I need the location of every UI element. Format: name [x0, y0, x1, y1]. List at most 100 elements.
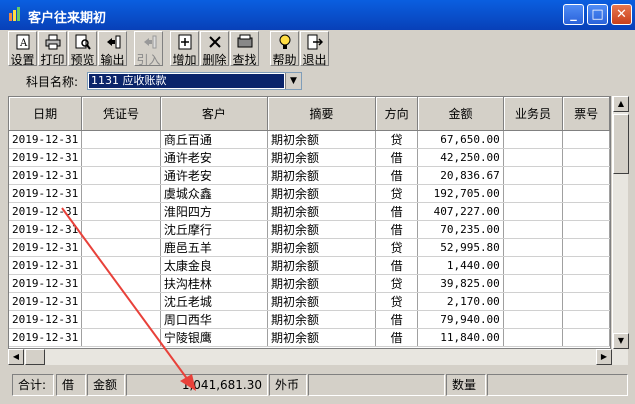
table-row[interactable]: 2019-12-31 太康金良 期初余额借 1,440.00	[9, 256, 610, 275]
col-header-amount[interactable]: 金额	[417, 97, 504, 131]
cell-ticket[interactable]	[562, 310, 610, 329]
col-header-customer[interactable]: 客户	[160, 97, 269, 131]
cell-amount[interactable]: 39,825.00	[417, 274, 504, 293]
cell-direction[interactable]: 贷	[375, 292, 419, 311]
cell-amount[interactable]: 79,940.00	[417, 310, 504, 329]
cell-customer[interactable]: 宁陵银鹰	[160, 328, 269, 347]
cell-ticket[interactable]	[562, 274, 610, 293]
minimize-button[interactable]: _	[563, 4, 584, 25]
cell-ticket[interactable]	[562, 148, 610, 167]
scroll-right-icon[interactable]: ▶	[596, 349, 612, 365]
cell-voucher[interactable]	[81, 310, 161, 329]
cell-salesman[interactable]	[503, 310, 564, 329]
cell-voucher[interactable]	[81, 328, 161, 347]
cell-ticket[interactable]	[562, 292, 610, 311]
table-row[interactable]: 2019-12-31 鹿邑五羊 期初余额贷 52,995.80	[9, 238, 610, 257]
cell-amount[interactable]: 52,995.80	[417, 238, 504, 257]
cell-customer[interactable]: 太康金良	[160, 256, 269, 275]
col-header-salesman[interactable]: 业务员	[503, 97, 564, 131]
cell-customer[interactable]: 扶沟桂林	[160, 274, 269, 293]
cell-date[interactable]: 2019-12-31	[9, 166, 83, 185]
cell-salesman[interactable]	[503, 202, 564, 221]
exit-button[interactable]: 退出	[300, 31, 329, 67]
help-button[interactable]: 帮助	[270, 31, 299, 67]
cell-summary[interactable]: 期初余额	[267, 256, 377, 275]
cell-amount[interactable]: 11,840.00	[417, 328, 504, 347]
horizontal-scrollbar[interactable]: ◀ ▶	[8, 349, 628, 365]
cell-amount[interactable]: 42,250.00	[417, 148, 504, 167]
preview-button[interactable]: 预览	[68, 31, 97, 67]
cell-salesman[interactable]	[503, 256, 564, 275]
col-header-direction[interactable]: 方向	[375, 97, 419, 131]
cell-ticket[interactable]	[562, 202, 610, 221]
col-header-date[interactable]: 日期	[9, 97, 83, 131]
cell-customer[interactable]: 商丘百通	[160, 130, 269, 149]
cell-direction[interactable]: 借	[375, 310, 419, 329]
cell-amount[interactable]: 67,650.00	[417, 130, 504, 149]
import-button[interactable]: 引入	[134, 31, 163, 67]
cell-date[interactable]: 2019-12-31	[9, 148, 83, 167]
add-button[interactable]: 增加	[170, 31, 199, 67]
chevron-down-icon[interactable]: ▼	[285, 73, 301, 89]
table-row[interactable]: 2019-12-31 沈丘摩行 期初余额借 70,235.00	[9, 220, 610, 239]
cell-summary[interactable]: 期初余额	[267, 274, 377, 293]
print-button[interactable]: 打印	[38, 31, 67, 67]
cell-customer[interactable]: 通许老安	[160, 166, 269, 185]
cell-voucher[interactable]	[81, 130, 161, 149]
table-row[interactable]: 2019-12-31 扶沟桂林 期初余额贷 39,825.00	[9, 274, 610, 293]
settings-button[interactable]: A 设置	[8, 31, 37, 67]
cell-amount[interactable]: 192,705.00	[417, 184, 504, 203]
table-row[interactable]: 2019-12-31 淮阳四方 期初余额借 407,227.00	[9, 202, 610, 221]
cell-salesman[interactable]	[503, 130, 564, 149]
cell-customer[interactable]: 淮阳四方	[160, 202, 269, 221]
cell-direction[interactable]: 贷	[375, 238, 419, 257]
cell-direction[interactable]: 借	[375, 256, 419, 275]
scroll-down-icon[interactable]: ▼	[613, 333, 629, 349]
cell-summary[interactable]: 期初余额	[267, 202, 377, 221]
cell-summary[interactable]: 期初余额	[267, 148, 377, 167]
cell-salesman[interactable]	[503, 148, 564, 167]
cell-customer[interactable]: 周口西华	[160, 310, 269, 329]
cell-summary[interactable]: 期初余额	[267, 130, 377, 149]
cell-date[interactable]: 2019-12-31	[9, 310, 83, 329]
cell-amount[interactable]: 407,227.00	[417, 202, 504, 221]
table-row[interactable]: 2019-12-31 宁陵银鹰 期初余额借 11,840.00	[9, 328, 610, 347]
vertical-scrollbar[interactable]: ▲ ▼	[612, 96, 629, 349]
cell-date[interactable]: 2019-12-31	[9, 238, 83, 257]
cell-ticket[interactable]	[562, 184, 610, 203]
cell-summary[interactable]: 期初余额	[267, 184, 377, 203]
cell-direction[interactable]: 借	[375, 202, 419, 221]
col-header-summary[interactable]: 摘要	[267, 97, 377, 131]
find-button[interactable]: 查找	[230, 31, 259, 67]
cell-customer[interactable]: 鹿邑五羊	[160, 238, 269, 257]
cell-voucher[interactable]	[81, 202, 161, 221]
table-row[interactable]: 2019-12-31 通许老安 期初余额借 20,836.67	[9, 166, 610, 185]
table-row[interactable]: 2019-12-31 通许老安 期初余额借 42,250.00	[9, 148, 610, 167]
export-button[interactable]: 输出	[98, 31, 127, 67]
cell-ticket[interactable]	[562, 328, 610, 347]
close-button[interactable]: ✕	[611, 4, 632, 25]
cell-salesman[interactable]	[503, 328, 564, 347]
cell-summary[interactable]: 期初余额	[267, 292, 377, 311]
cell-salesman[interactable]	[503, 184, 564, 203]
cell-ticket[interactable]	[562, 238, 610, 257]
cell-customer[interactable]: 虞城众鑫	[160, 184, 269, 203]
table-row[interactable]: 2019-12-31 沈丘老城 期初余额贷 2,170.00	[9, 292, 610, 311]
col-header-ticket[interactable]: 票号	[562, 97, 610, 131]
cell-date[interactable]: 2019-12-31	[9, 184, 83, 203]
cell-summary[interactable]: 期初余额	[267, 328, 377, 347]
maximize-button[interactable]: □	[587, 4, 608, 25]
cell-voucher[interactable]	[81, 220, 161, 239]
cell-date[interactable]: 2019-12-31	[9, 328, 83, 347]
cell-amount[interactable]: 20,836.67	[417, 166, 504, 185]
cell-direction[interactable]: 贷	[375, 184, 419, 203]
cell-date[interactable]: 2019-12-31	[9, 274, 83, 293]
horizontal-scroll-thumb[interactable]	[25, 349, 45, 365]
cell-salesman[interactable]	[503, 292, 564, 311]
cell-voucher[interactable]	[81, 292, 161, 311]
cell-date[interactable]: 2019-12-31	[9, 220, 83, 239]
cell-amount[interactable]: 70,235.00	[417, 220, 504, 239]
cell-direction[interactable]: 贷	[375, 274, 419, 293]
cell-summary[interactable]: 期初余额	[267, 166, 377, 185]
cell-voucher[interactable]	[81, 274, 161, 293]
